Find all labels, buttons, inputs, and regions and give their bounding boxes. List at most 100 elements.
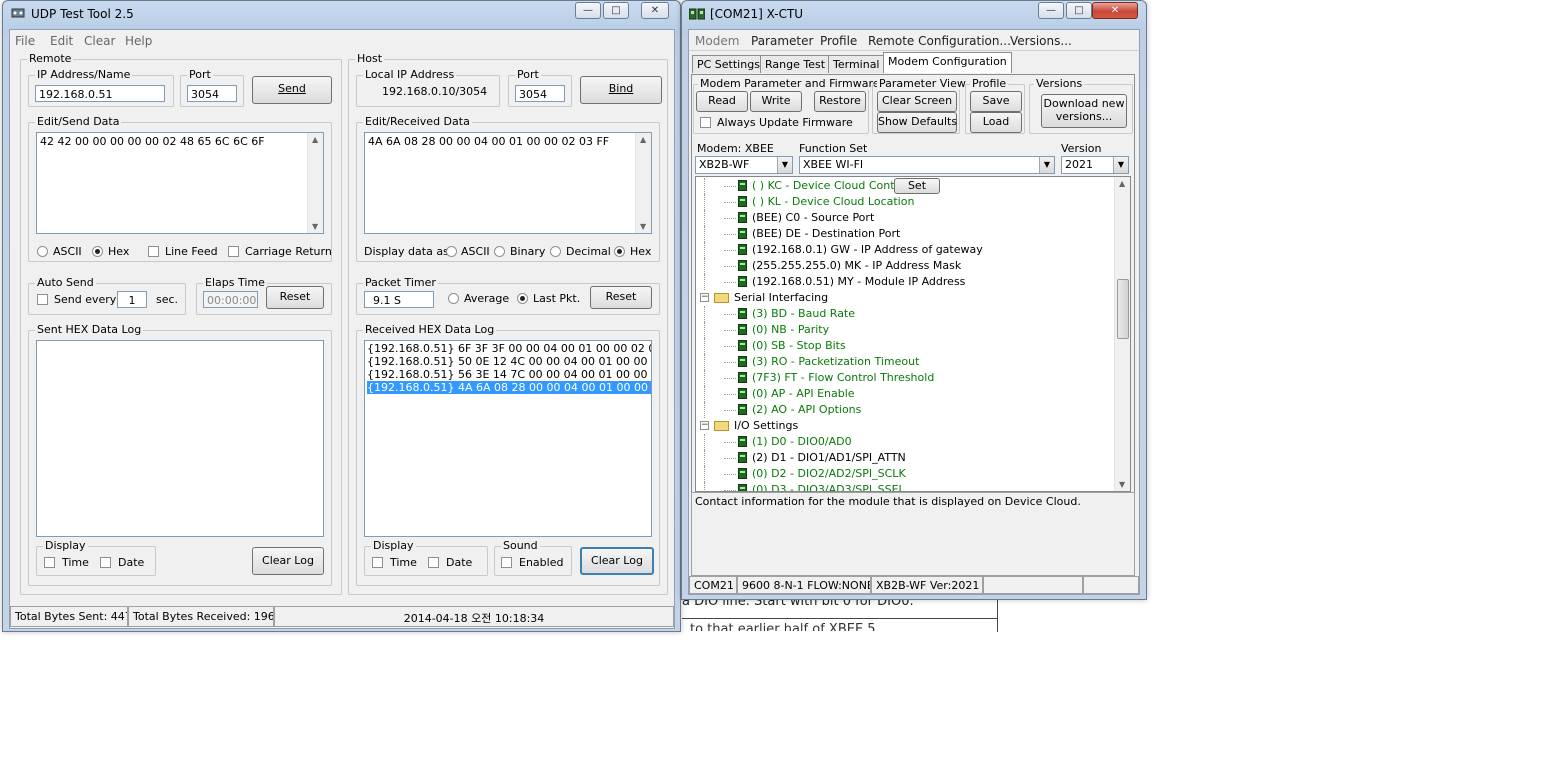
recv-time-checkbox[interactable]: [372, 557, 383, 568]
udp-menu-clear[interactable]: Clear: [84, 34, 115, 48]
chevron-down-icon[interactable]: ▼: [1039, 157, 1054, 173]
xctu-menu-profile[interactable]: Profile: [820, 34, 857, 48]
recv-ascii-radio[interactable]: [446, 246, 457, 257]
download-versions-button[interactable]: Download new versions...: [1041, 94, 1127, 128]
packet-last-radio[interactable]: [517, 293, 528, 304]
tree-parameter-row[interactable]: (2) D1 - DIO1/AD1/SPI_ATTN: [696, 450, 1106, 466]
tree-parameter-row[interactable]: (0) AP - API Enable: [696, 386, 1106, 402]
packet-average-radio[interactable]: [448, 293, 459, 304]
send-every-checkbox[interactable]: [37, 294, 48, 305]
xctu-menu-remote-config[interactable]: Remote Configuration...: [868, 34, 1011, 48]
tree-folder-row[interactable]: − Serial Interfacing: [696, 290, 1106, 306]
tree-parameter-row[interactable]: (0) SB - Stop Bits: [696, 338, 1106, 354]
recv-data-textarea[interactable]: 4A 6A 08 28 00 00 04 00 01 00 00 02 03 F…: [364, 132, 652, 234]
tree-parameter-row[interactable]: (0) NB - Parity: [696, 322, 1106, 338]
elaps-reset-button[interactable]: Reset: [266, 286, 324, 309]
scroll-up-icon[interactable]: ▲: [1119, 179, 1125, 188]
line-feed-checkbox[interactable]: [148, 246, 159, 257]
tree-scrollbar[interactable]: ▲ ▼: [1114, 177, 1130, 491]
tree-parameter-row[interactable]: (192.168.0.51) MY - Module IP Address: [696, 274, 1106, 290]
sent-log-list[interactable]: [36, 340, 324, 537]
tab-terminal[interactable]: Terminal: [828, 55, 885, 73]
xctu-menu-modem[interactable]: Modem: [695, 34, 739, 48]
udp-menu-file[interactable]: File: [15, 34, 35, 48]
function-set-select[interactable]: XBEE WI-FI ▼: [799, 156, 1055, 174]
tree-parameter-row[interactable]: (7F3) FT - Flow Control Threshold: [696, 370, 1106, 386]
collapse-icon[interactable]: −: [700, 421, 709, 430]
tree-scroll-thumb[interactable]: [1117, 279, 1129, 339]
write-button[interactable]: Write: [750, 91, 802, 112]
tab-range-test[interactable]: Range Test: [760, 55, 831, 73]
packet-reset-button[interactable]: Reset: [590, 286, 652, 309]
remote-ip-input[interactable]: 192.168.0.51: [35, 85, 165, 102]
host-port-input[interactable]: 3054: [515, 85, 565, 102]
tree-parameter-row[interactable]: ( ) KL - Device Cloud Location: [696, 194, 1106, 210]
modem-select[interactable]: XB2B-WF ▼: [695, 156, 793, 174]
send-hex-radio[interactable]: [92, 246, 103, 257]
sent-time-checkbox[interactable]: [44, 557, 55, 568]
xctu-close-button[interactable]: ✕: [1092, 2, 1138, 19]
bind-button[interactable]: Bind: [580, 76, 662, 104]
recv-log-line[interactable]: {192.168.0.51} 56 3E 14 7C 00 00 04 00 0…: [367, 368, 651, 381]
carriage-return-checkbox[interactable]: [228, 246, 239, 257]
sent-date-checkbox[interactable]: [100, 557, 111, 568]
udp-menu-edit[interactable]: Edit: [50, 34, 73, 48]
udp-minimize-button[interactable]: —: [575, 2, 601, 19]
tree-parameter-row[interactable]: (3) RO - Packetization Timeout: [696, 354, 1106, 370]
recv-date-checkbox[interactable]: [428, 557, 439, 568]
version-select[interactable]: 2021 ▼: [1061, 156, 1129, 174]
parameter-tree[interactable]: ( ) KC - Device Cloud Contact ( ) KL - De…: [695, 176, 1131, 492]
collapse-icon[interactable]: −: [700, 293, 709, 302]
restore-button[interactable]: Restore: [814, 91, 866, 112]
clear-screen-button[interactable]: Clear Screen: [877, 91, 957, 112]
send-data-textarea[interactable]: 42 42 00 00 00 00 00 02 48 65 6C 6C 6F ▲…: [36, 132, 324, 234]
recv-data-scrollbar[interactable]: ▲ ▼: [635, 133, 651, 233]
recv-log-line[interactable]: {192.168.0.51} 50 0E 12 4C 00 00 04 00 0…: [367, 355, 651, 368]
always-update-checkbox[interactable]: [700, 117, 711, 128]
tree-parameter-row[interactable]: (0) D3 - DIO3/AD3/SPI_SSEL: [696, 482, 1106, 491]
udp-menu-help[interactable]: Help: [125, 34, 152, 48]
recv-clear-log-button[interactable]: Clear Log: [580, 547, 654, 575]
send-interval-input[interactable]: 1: [117, 291, 147, 308]
tree-parameter-row[interactable]: (BEE) C0 - Source Port: [696, 210, 1106, 226]
tree-parameter-row[interactable]: (1) D0 - DIO0/AD0: [696, 434, 1106, 450]
remote-port-input[interactable]: 3054: [187, 85, 237, 102]
sent-clear-log-button[interactable]: Clear Log: [252, 547, 324, 575]
chevron-down-icon[interactable]: ▼: [777, 157, 792, 173]
xctu-menu-parameter[interactable]: Parameter: [751, 34, 813, 48]
tree-parameter-row[interactable]: (192.168.0.1) GW - IP Address of gateway: [696, 242, 1106, 258]
recv-binary-radio[interactable]: [494, 246, 505, 257]
tree-parameter-row[interactable]: (0) D2 - DIO2/AD2/SPI_SCLK: [696, 466, 1106, 482]
tab-pc-settings[interactable]: PC Settings: [692, 55, 765, 73]
recv-log-list[interactable]: {192.168.0.51} 6F 3F 3F 00 00 04 00 01 0…: [364, 340, 652, 537]
scroll-up-icon[interactable]: ▲: [640, 135, 646, 144]
show-defaults-button[interactable]: Show Defaults: [877, 112, 957, 133]
udp-maximize-button[interactable]: □: [603, 2, 629, 19]
send-ascii-radio[interactable]: [37, 246, 48, 257]
profile-load-button[interactable]: Load: [970, 112, 1022, 133]
xctu-maximize-button[interactable]: □: [1066, 2, 1092, 19]
scroll-down-icon[interactable]: ▼: [312, 222, 318, 231]
recv-log-line[interactable]: {192.168.0.51} 6F 3F 3F 00 00 04 00 01 0…: [367, 342, 651, 355]
recv-log-line-selected[interactable]: {192.168.0.51} 4A 6A 08 28 00 00 04 00 0…: [367, 381, 651, 394]
set-button[interactable]: Set: [894, 178, 940, 194]
tab-modem-configuration[interactable]: Modem Configuration: [883, 52, 1012, 73]
scroll-down-icon[interactable]: ▼: [640, 222, 646, 231]
scroll-up-icon[interactable]: ▲: [312, 135, 318, 144]
udp-close-button[interactable]: ✕: [641, 2, 669, 19]
tree-parameter-row[interactable]: (3) BD - Baud Rate: [696, 306, 1106, 322]
xctu-minimize-button[interactable]: —: [1038, 2, 1064, 19]
tree-parameter-row[interactable]: (2) AO - API Options: [696, 402, 1106, 418]
recv-decimal-radio[interactable]: [550, 246, 561, 257]
send-data-scrollbar[interactable]: ▲ ▼: [307, 133, 323, 233]
recv-hex-radio[interactable]: [614, 246, 625, 257]
profile-save-button[interactable]: Save: [970, 91, 1022, 112]
tree-parameter-row[interactable]: (BEE) DE - Destination Port: [696, 226, 1106, 242]
send-button[interactable]: Send: [252, 76, 332, 104]
sound-enabled-checkbox[interactable]: [501, 557, 512, 568]
tree-parameter-row[interactable]: (255.255.255.0) MK - IP Address Mask: [696, 258, 1106, 274]
tree-folder-row[interactable]: − I/O Settings: [696, 418, 1106, 434]
xctu-menu-versions[interactable]: Versions...: [1010, 34, 1072, 48]
chevron-down-icon[interactable]: ▼: [1113, 157, 1128, 173]
scroll-down-icon[interactable]: ▼: [1119, 480, 1125, 489]
